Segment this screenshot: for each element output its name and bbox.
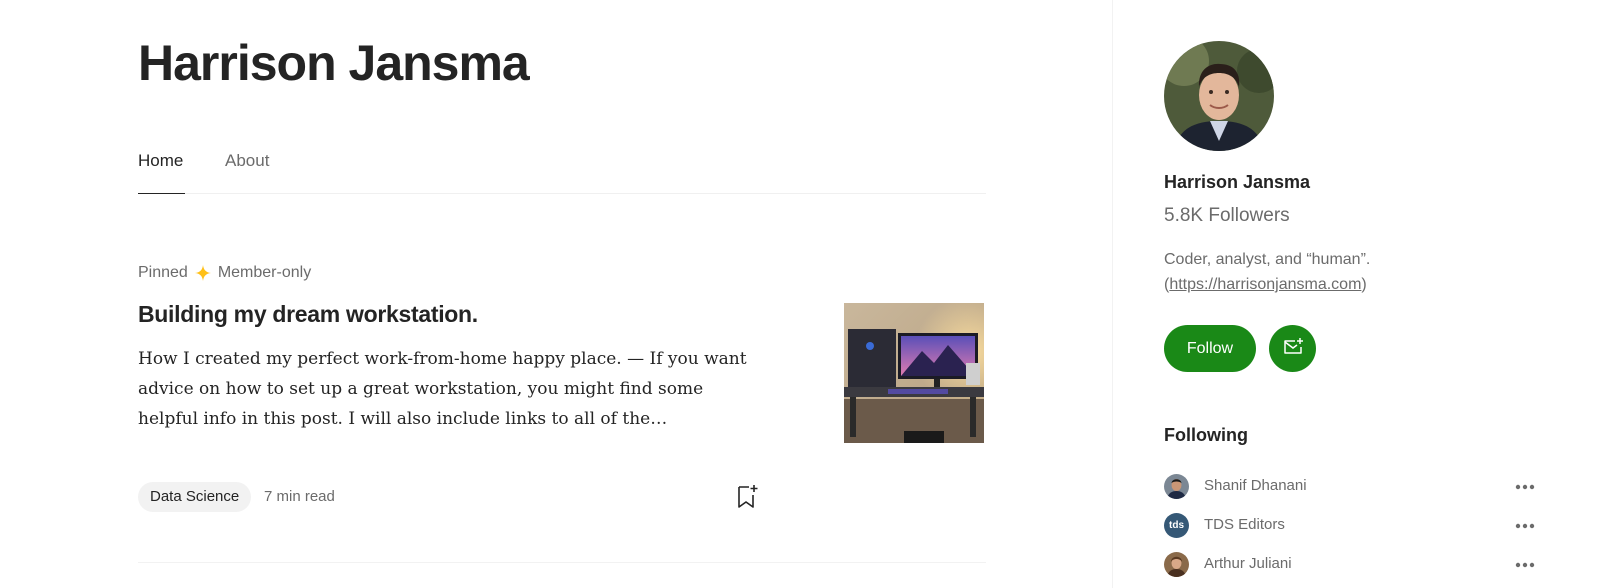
avatar[interactable] (1164, 41, 1274, 151)
pinned-label: Pinned (138, 264, 188, 281)
following-heading: Following (1164, 425, 1248, 445)
tab-home[interactable]: Home (138, 150, 185, 194)
article-thumbnail[interactable] (844, 303, 984, 443)
tds-logo-text: tds (1169, 520, 1184, 531)
read-time: 7 min read (264, 488, 335, 505)
avatar (1164, 474, 1189, 499)
profile-sidebar: Harrison Jansma 5.8K Followers Coder, an… (1112, 0, 1600, 588)
article-footer: Data Science 7 min read (138, 482, 986, 512)
article-card[interactable]: Pinned Member-only Building my dream wor… (138, 264, 986, 524)
following-item-tds-editors[interactable]: tds TDS Editors (1164, 513, 1544, 539)
tab-about[interactable]: About (225, 150, 269, 193)
author-bio: Coder, analyst, and “human”. (https://ha… (1164, 247, 1464, 297)
bookmark-add-icon[interactable] (734, 483, 760, 511)
avatar (1164, 552, 1189, 577)
more-options-icon[interactable] (1513, 556, 1537, 574)
more-options-icon[interactable] (1513, 478, 1537, 496)
member-star-icon (194, 264, 212, 282)
following-name: Arthur Juliani (1204, 555, 1292, 572)
following-name: Shanif Dhanani (1204, 477, 1307, 494)
more-options-icon[interactable] (1513, 517, 1537, 535)
main-column: Harrison Jansma Home About Pinned Member… (138, 0, 986, 588)
website-link[interactable]: https://harrisonjansma.com (1169, 276, 1361, 293)
member-only-label: Member-only (217, 264, 312, 281)
subscribe-email-button[interactable] (1269, 325, 1316, 372)
bio-link-suffix: ) (1361, 276, 1367, 293)
mail-plus-icon (1281, 335, 1305, 362)
profile-tabs: Home About (138, 150, 986, 194)
divider (138, 562, 986, 563)
profile-page: Harrison Jansma Home About Pinned Member… (0, 0, 1600, 588)
following-item-shanif-dhanani[interactable]: Shanif Dhanani (1164, 474, 1544, 500)
page-title: Harrison Jansma (138, 35, 530, 91)
follow-button[interactable]: Follow (1164, 325, 1256, 372)
sidebar-author-name[interactable]: Harrison Jansma (1164, 172, 1310, 193)
article-title[interactable]: Building my dream workstation. (138, 301, 478, 328)
following-name: TDS Editors (1204, 516, 1285, 533)
topic-tag[interactable]: Data Science (138, 482, 252, 512)
tds-logo: tds (1164, 513, 1189, 538)
followers-count[interactable]: 5.8K Followers (1164, 205, 1290, 227)
following-item-arthur-juliani[interactable]: Arthur Juliani (1164, 552, 1544, 578)
article-meta: Pinned Member-only (138, 264, 311, 282)
article-excerpt[interactable]: How I created my perfect work-from-home … (138, 344, 768, 434)
bio-text: Coder, analyst, and “human”. (1164, 251, 1371, 268)
